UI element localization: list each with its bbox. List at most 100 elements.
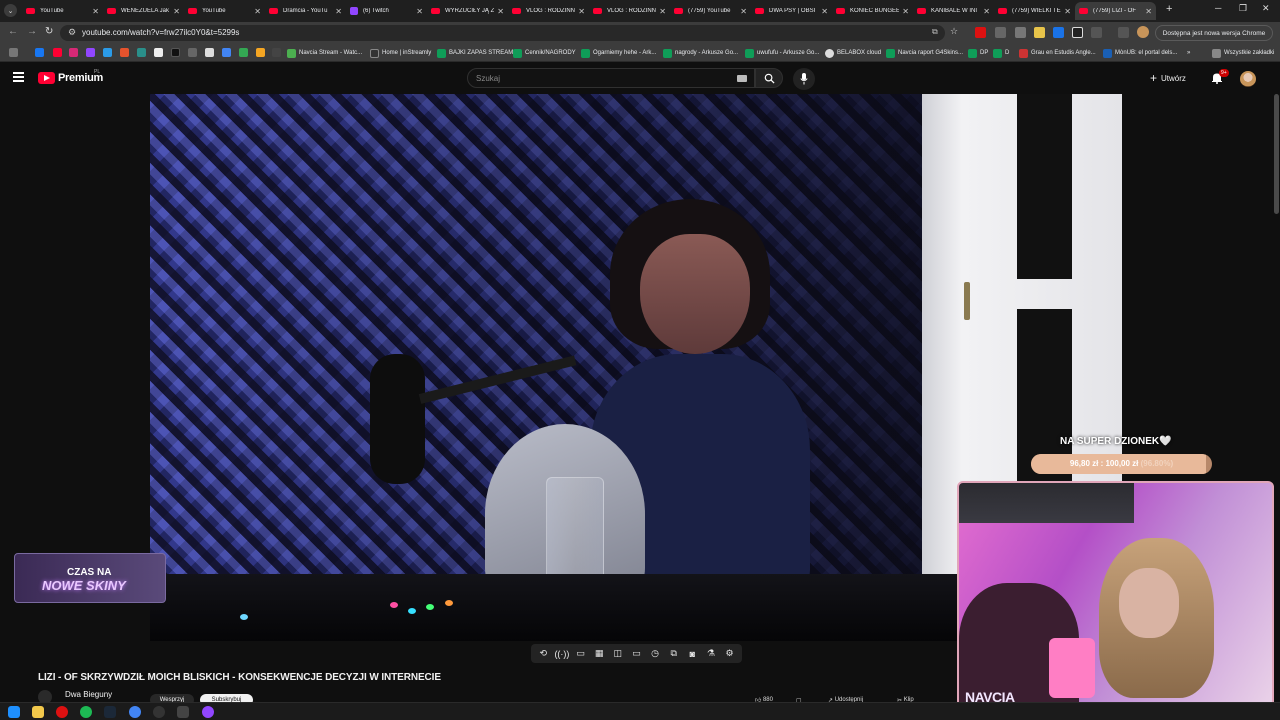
browser-tab[interactable]: VLOG : RODZINN ✕ — [589, 2, 670, 20]
keyboard-icon[interactable] — [737, 75, 747, 82]
install-icon[interactable]: ⧉ — [932, 27, 938, 37]
browser-tab[interactable]: YouTube ✕ — [22, 2, 103, 20]
extension-icon[interactable] — [995, 27, 1006, 38]
browser-tab[interactable]: (7759) LIZI - OF ✕ — [1075, 2, 1156, 20]
browser-tab[interactable]: WYRZUCIŁY JĄ Z ✕ — [427, 2, 508, 20]
bookmark-icon[interactable] — [256, 48, 265, 57]
tab-close-icon[interactable]: ✕ — [1064, 7, 1071, 16]
bookmark-uwufufu[interactable]: uwufufu - Arkusze Go... — [745, 47, 819, 59]
apps-icon[interactable] — [9, 48, 18, 57]
bookmark-navcia-raport[interactable]: Navcia raport G4Skins... — [886, 47, 963, 59]
facebook-icon[interactable] — [35, 48, 44, 57]
x-icon[interactable] — [154, 48, 163, 57]
tab-search-icon[interactable]: ⌄ — [4, 4, 17, 17]
browser-tab[interactable]: WENEZUELA Jak ✕ — [103, 2, 184, 20]
tab-close-icon[interactable]: ✕ — [1145, 7, 1152, 16]
bookmark-icon[interactable] — [272, 48, 281, 57]
extensions-puzzle-icon[interactable] — [1091, 27, 1102, 38]
bookmark-ogarniemy[interactable]: Ogarniemy hehe - Ark... — [581, 47, 656, 59]
tab-close-icon[interactable]: ✕ — [335, 7, 342, 16]
browser-tab[interactable]: (7759) YouTube ✕ — [670, 2, 751, 20]
instagram-icon[interactable] — [69, 48, 78, 57]
minimize-icon[interactable]: ─ — [1215, 3, 1221, 13]
reload-icon[interactable]: ↻ — [45, 26, 53, 37]
loop-icon[interactable]: ⟲ — [537, 648, 549, 660]
close-window-icon[interactable]: ✕ — [1262, 3, 1270, 14]
bookmark-belabox[interactable]: BELABOX cloud — [825, 47, 881, 59]
browser-tab[interactable]: DWA PSY | OBSI ✕ — [751, 2, 832, 20]
bookmark-icon[interactable] — [120, 48, 129, 57]
bookmark-icon[interactable] — [137, 48, 146, 57]
bookmark-icon[interactable] — [205, 48, 214, 57]
menu-icon[interactable] — [13, 72, 24, 82]
youtube-logo-icon[interactable] — [38, 72, 55, 84]
tab-close-icon[interactable]: ✕ — [821, 7, 828, 16]
filter-icon[interactable]: ⚗ — [705, 648, 717, 660]
browser-tab[interactable]: (6) Twitch ✕ — [346, 2, 427, 20]
settings-icon[interactable]: ⚙ — [724, 648, 736, 660]
tab-close-icon[interactable]: ✕ — [659, 7, 666, 16]
extension-icon[interactable] — [1015, 27, 1026, 38]
bookmark-monub[interactable]: MònUB: el portal dels... — [1103, 47, 1177, 59]
search-button[interactable] — [755, 68, 783, 88]
cast-icon[interactable]: ((·)) — [554, 648, 569, 660]
account-avatar[interactable] — [1240, 71, 1256, 87]
miniplayer-icon[interactable]: ⧉ — [668, 648, 680, 660]
tab-close-icon[interactable]: ✕ — [983, 7, 990, 16]
screenshot-icon[interactable]: ◙ — [686, 648, 698, 660]
app-icon[interactable] — [202, 706, 214, 718]
tab-close-icon[interactable]: ✕ — [497, 7, 504, 16]
twitch-bookmark-icon[interactable] — [86, 48, 95, 57]
create-button[interactable]: + Utwórz — [1150, 70, 1186, 86]
browser-tab[interactable]: Dramcia - YouTu ✕ — [265, 2, 346, 20]
youtube-bookmark-icon[interactable] — [53, 48, 62, 57]
forward-icon[interactable]: → — [27, 26, 37, 37]
bookmark-icon[interactable] — [222, 48, 231, 57]
bookmark-star-icon[interactable]: ☆ — [950, 26, 958, 37]
extension-blue-icon[interactable] — [1053, 27, 1064, 38]
bookmark-bajki[interactable]: BAJKI ZAPAS STREAM — [437, 47, 513, 59]
steam-icon[interactable] — [104, 706, 116, 718]
chrome-icon[interactable] — [129, 706, 141, 718]
pip-icon[interactable]: ◫ — [612, 648, 624, 660]
bookmark-grau[interactable]: Grau en Estudis Angle... — [1019, 47, 1096, 59]
file-explorer-icon[interactable] — [32, 706, 44, 718]
bookmarks-overflow-icon[interactable]: » — [1187, 47, 1190, 59]
tab-close-icon[interactable]: ✕ — [740, 7, 747, 16]
bookmark-nagrody[interactable]: nagrody - Arkusze Go... — [663, 47, 738, 59]
url-text[interactable]: youtube.com/watch?v=frw27ilc0Y0&t=5299s — [82, 28, 239, 37]
tab-close-icon[interactable]: ✕ — [578, 7, 585, 16]
start-icon[interactable] — [8, 706, 20, 718]
theater-icon[interactable]: ▭ — [630, 648, 642, 660]
page-scrollbar[interactable] — [1274, 94, 1279, 214]
tab-close-icon[interactable]: ✕ — [173, 7, 180, 16]
bookmark-icon[interactable] — [188, 48, 197, 57]
omnibox[interactable]: ⚙ youtube.com/watch?v=frw27ilc0Y0&t=5299… — [60, 25, 945, 41]
tab-close-icon[interactable]: ✕ — [416, 7, 423, 16]
clapper-icon[interactable]: ▦ — [593, 648, 605, 660]
profile-avatar[interactable] — [1137, 26, 1149, 38]
tab-close-icon[interactable]: ✕ — [254, 7, 261, 16]
update-chrome-button[interactable]: Dostępna jest nowa wersja Chrome — [1155, 25, 1273, 41]
captions-icon[interactable]: ▭ — [575, 648, 587, 660]
bookmark-instreamly[interactable]: Home | inStreamly — [370, 47, 431, 59]
browser-tab[interactable]: YouTube ✕ — [184, 2, 265, 20]
browser-tab[interactable]: (7759) WIELKI TE ✕ — [994, 2, 1075, 20]
browser-tab[interactable]: KANIBALE W INI ✕ — [913, 2, 994, 20]
bookmark-icon[interactable] — [103, 48, 112, 57]
browser-tab[interactable]: KONIEC BUNGEE ✕ — [832, 2, 913, 20]
extension-red-icon[interactable] — [975, 27, 986, 38]
obs-icon[interactable] — [153, 706, 165, 718]
bookmark-d[interactable]: D — [993, 47, 1009, 59]
extension-icon[interactable] — [1072, 27, 1083, 38]
opera-icon[interactable] — [56, 706, 68, 718]
extension-yellow-icon[interactable] — [1034, 27, 1045, 38]
browser-tab[interactable]: VLOG : RODZINN ✕ — [508, 2, 589, 20]
tab-close-icon[interactable]: ✕ — [902, 7, 909, 16]
tab-close-icon[interactable]: ✕ — [92, 7, 99, 16]
speed-icon[interactable]: ◷ — [649, 648, 661, 660]
search-input[interactable] — [476, 72, 726, 84]
site-info-icon[interactable]: ⚙ — [68, 27, 76, 38]
bookmark-cennik[interactable]: Cennik/NAGRODY — [513, 47, 576, 59]
tiktok-icon[interactable] — [171, 48, 180, 57]
